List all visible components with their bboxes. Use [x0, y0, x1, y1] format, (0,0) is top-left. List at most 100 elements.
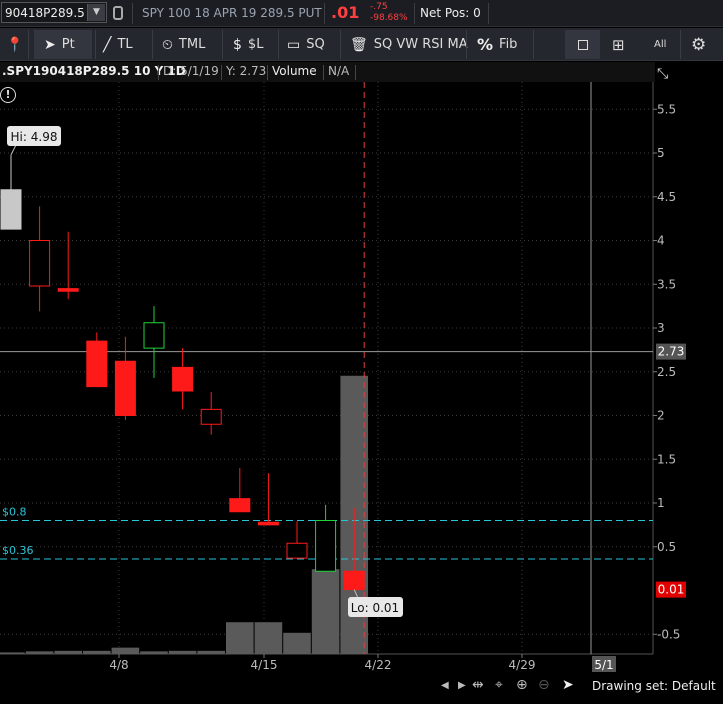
separator	[680, 30, 681, 59]
alert-icon[interactable]: !	[0, 87, 16, 103]
price-level-label: $0.36	[2, 544, 34, 557]
separator	[28, 30, 29, 59]
separator	[222, 30, 223, 59]
price-level-label: $0.8	[2, 506, 27, 519]
volume-bar	[226, 622, 254, 654]
x-tick-label: 4/22	[365, 658, 392, 672]
volume-bar	[54, 650, 82, 654]
y-tick-label: -0.5	[657, 627, 680, 641]
zoom-in-icon[interactable]: ⊕	[516, 677, 528, 693]
square-tool-button[interactable]: ▭ SQ	[287, 30, 325, 59]
y-tick-label: 1	[657, 496, 665, 510]
chevron-down-icon[interactable]: ▼	[87, 4, 105, 21]
crosshair-y-label: 2.73	[658, 345, 685, 359]
fibonacci-tool-label: Fib	[499, 37, 518, 52]
trendline-icon: ╱	[103, 36, 112, 53]
settings-button[interactable]: ⚙	[691, 30, 706, 59]
price-level-tool-label: $L	[247, 37, 264, 52]
all-button[interactable]: All	[654, 30, 666, 59]
drawing-toolbar: 📍 ➤ Pt ╱ TL ⏲ TML $ $L ▭ SQ 🗑 SQ VW RSI MA % Fi…	[0, 28, 723, 61]
last-price-tag-label: 0.01	[658, 583, 685, 597]
pointer-tool-button[interactable]: ➤ Pt	[34, 30, 92, 59]
sq-vw-rsi-ma-button[interactable]: 🗑 SQ VW RSI MA	[350, 30, 468, 59]
pin-icon: 📍	[6, 36, 24, 53]
volume-bar	[0, 652, 25, 654]
symbol-input[interactable]: 90418P289.5 ▼	[1, 2, 107, 23]
net-change: -.75	[370, 2, 388, 12]
crosshair-icon[interactable]: ⌖	[495, 677, 503, 693]
instrument-description: SPY 100 18 APR 19 289.5 PUT	[142, 6, 322, 20]
x-tick-label: 4/29	[509, 658, 536, 672]
volume-bar	[111, 647, 140, 654]
cursor-arrow-icon[interactable]: ➤	[562, 677, 574, 693]
price-level-tool-button[interactable]: $ $L	[233, 30, 263, 59]
separator	[533, 30, 534, 59]
y-tick-label: 3	[657, 321, 665, 335]
candle-body	[172, 366, 194, 392]
y-tick-label: 3.5	[657, 277, 676, 291]
cursor-arrow-icon: ➤	[44, 36, 56, 53]
volume-bar	[83, 650, 111, 654]
dollar-line-icon: $	[233, 36, 242, 53]
volume-bar	[140, 651, 168, 654]
grid-layout-button[interactable]: ⊞	[612, 30, 625, 59]
symbol-text: 90418P289.5	[5, 6, 85, 20]
separator	[414, 3, 415, 24]
gear-icon: ⚙	[691, 34, 707, 55]
expand-horizontal-icon[interactable]: ⇹	[472, 677, 484, 693]
y-tick-label: 4	[657, 234, 665, 248]
trendline-tool-button[interactable]: ╱ TL	[103, 30, 133, 59]
x-tick-label: 4/15	[251, 658, 278, 672]
separator	[488, 3, 489, 24]
hi-label: Hi: 4.98	[11, 130, 58, 144]
sq-vw-rsi-ma-label: SQ VW RSI MA	[373, 37, 468, 52]
bottom-bar: ◀ ▶ ⇹ ⌖ ⊕ ⊖ ➤ Drawing set: Default	[0, 672, 723, 704]
scroll-right-icon[interactable]: ▶	[458, 680, 466, 691]
candle-body	[57, 288, 79, 292]
fibonacci-tool-button[interactable]: % Fib	[477, 30, 517, 59]
single-layout-button[interactable]	[565, 30, 600, 59]
volume-bar	[25, 651, 54, 654]
price-chart[interactable]: 5.5 5 4.5 4 3.5 3 2.5 2 1.5 1 0.5 -0.5 4/8 4/15 4/22 4/…	[0, 62, 723, 672]
last-price: .01	[331, 3, 360, 22]
collapse-arrows-icon: ⤡	[657, 66, 668, 82]
lo-label: Lo: 0.01	[351, 601, 399, 615]
volume-bar	[283, 632, 311, 654]
drawing-set-selector[interactable]: Drawing set: Default	[592, 679, 716, 693]
candle-body	[286, 542, 308, 559]
candle-body	[343, 570, 365, 591]
crosshair-x-label: 5/1	[594, 658, 613, 672]
separator	[324, 3, 325, 24]
candle-body	[86, 340, 108, 388]
square-layout-icon	[577, 39, 588, 50]
x-tick-label: 4/8	[109, 658, 128, 672]
net-position: Net Pos: 0	[420, 6, 481, 20]
trendline-tool-label: TL	[117, 37, 133, 52]
trash-icon: 🗑	[350, 36, 368, 53]
percent-change: -98.68%	[370, 13, 408, 23]
y-tick-label: 0.5	[657, 540, 676, 554]
rectangle-icon: ▭	[287, 36, 301, 53]
all-label: All	[654, 39, 667, 50]
volume-bar	[168, 650, 197, 654]
timeline-tool-button[interactable]: ⏲ TML	[162, 30, 205, 59]
volume-bar	[197, 650, 225, 654]
separator	[95, 30, 96, 59]
volume-bar	[254, 622, 283, 654]
y-tick-label: 2.5	[657, 365, 676, 379]
zoom-out-icon[interactable]: ⊖	[538, 677, 550, 693]
percent-icon: %	[477, 35, 494, 54]
pointer-tool-label: Pt	[61, 37, 75, 52]
y-tick-label: 2	[657, 409, 665, 423]
pin-button[interactable]: 📍	[6, 30, 29, 59]
separator	[152, 30, 153, 59]
timeline-icon: ⏲	[162, 36, 173, 53]
volume-bar	[311, 569, 340, 654]
candle-body	[0, 189, 22, 230]
scroll-left-icon[interactable]: ◀	[441, 680, 449, 691]
y-tick-label: 5.5	[657, 102, 676, 116]
candle-body	[229, 498, 251, 513]
candle-body	[29, 240, 51, 287]
link-icon[interactable]	[113, 6, 123, 20]
symbol-bar: 90418P289.5 ▼ SPY 100 18 APR 19 289.5 PU…	[0, 0, 723, 27]
